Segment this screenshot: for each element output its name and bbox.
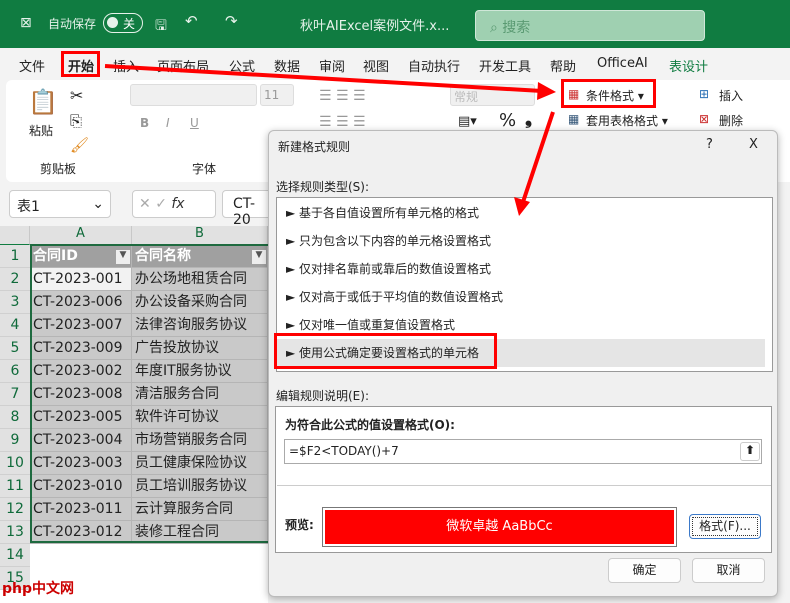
arrow-conditional-format-to-dialog bbox=[514, 111, 555, 216]
arrow-home-to-conditional-format bbox=[104, 64, 556, 100]
annotation-arrows bbox=[104, 64, 556, 216]
